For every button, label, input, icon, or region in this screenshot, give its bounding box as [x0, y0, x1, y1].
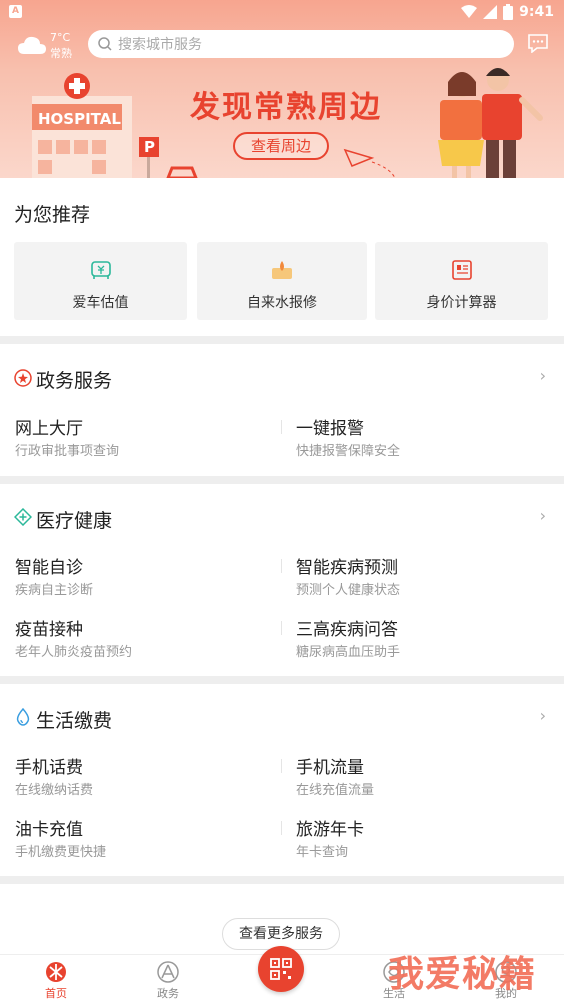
service-name: 智能自诊: [15, 558, 83, 578]
service-name: 手机流量: [296, 758, 364, 778]
recommend-item-net-worth[interactable]: 身价计算器: [375, 242, 548, 320]
net-worth-calculator-icon: [451, 260, 472, 280]
service-name: 手机话费: [15, 758, 83, 778]
service-name: 智能疾病预测: [296, 558, 398, 578]
service-name: 网上大厅: [15, 419, 83, 439]
recommend-label: 自来水报修: [247, 295, 317, 311]
parking-sign: P: [144, 138, 155, 156]
gov-star-icon: [14, 369, 32, 387]
tab-home[interactable]: 首页: [16, 955, 96, 1002]
service-name: 疫苗接种: [15, 620, 83, 640]
home-icon: [46, 962, 66, 982]
service-desc: 行政审批事项查询: [15, 444, 120, 459]
message-icon[interactable]: [527, 33, 549, 53]
divider: [281, 759, 282, 773]
gov-service-card: 政务服务 › 网上大厅 行政审批事项查询 一键报警 快捷报警保障安全: [0, 344, 564, 476]
banner-title: 发现常熟周边: [190, 90, 382, 125]
section-title-life: 生活缴费: [36, 710, 113, 732]
tab-label: 首页: [45, 987, 67, 1000]
service-name: 油卡充值: [15, 820, 83, 840]
service-desc: 年卡查询: [296, 845, 349, 860]
service-desc: 手机缴费更快捷: [15, 845, 107, 860]
chevron-right-icon[interactable]: ›: [540, 706, 546, 725]
water-repair-icon: [272, 261, 292, 279]
divider: [281, 621, 282, 635]
watermark-text: 我爱秘籍: [388, 954, 537, 995]
recommend-item-water-repair[interactable]: 自来水报修: [197, 242, 367, 320]
divider: [281, 420, 282, 434]
section-title-gov: 政务服务: [36, 370, 113, 392]
search-icon: [98, 37, 112, 51]
header-banner: A 9:41 7°C 常熟 搜索城市服务 HOSPITAL P 发现常熟周边 查…: [0, 0, 564, 178]
weather-city: 常熟: [50, 47, 72, 60]
life-payment-card: 生活缴费 › 手机话费 在线缴纳话费 手机流量 在线充值流量 油卡充值 手机缴费…: [0, 684, 564, 876]
service-name: 三高疾病问答: [296, 620, 398, 640]
recommend-label: 身价计算器: [426, 295, 497, 311]
service-desc: 糖尿病高血压助手: [296, 645, 401, 660]
section-title-medical: 医疗健康: [36, 510, 113, 532]
chevron-right-icon[interactable]: ›: [540, 506, 546, 525]
sim-indicator: A: [9, 5, 22, 18]
signal-icon: [483, 5, 498, 19]
status-bar: A 9:41: [0, 0, 564, 24]
divider: [281, 821, 282, 835]
recommend-item-car-value[interactable]: 爱车估值: [14, 242, 187, 320]
qr-scan-icon: [270, 958, 292, 980]
medical-cross-icon: [14, 508, 32, 526]
water-drop-icon: [16, 708, 30, 726]
hospital-sign: HOSPITAL: [38, 110, 121, 128]
service-desc: 在线缴纳话费: [15, 783, 94, 798]
divider: [281, 559, 282, 573]
service-desc: 预测个人健康状态: [296, 583, 401, 598]
qr-scan-button[interactable]: [258, 946, 304, 992]
service-desc: 快捷报警保障安全: [296, 444, 401, 459]
gov-icon: [157, 961, 179, 983]
recommend-title: 为您推荐: [14, 204, 91, 226]
view-nearby-button[interactable]: 查看周边: [233, 132, 329, 160]
battery-icon: [503, 4, 514, 20]
medical-card: 医疗健康 › 智能自诊 疾病自主诊断 智能疾病预测 预测个人健康状态 疫苗接种 …: [0, 484, 564, 676]
tab-gov[interactable]: 政务: [128, 955, 208, 1002]
search-input[interactable]: 搜索城市服务: [88, 30, 514, 58]
weather-widget[interactable]: 7°C 常熟: [18, 29, 78, 61]
chevron-right-icon[interactable]: ›: [540, 366, 546, 385]
service-name: 旅游年卡: [296, 820, 364, 840]
service-name: 一键报警: [296, 419, 364, 439]
search-placeholder: 搜索城市服务: [118, 37, 202, 53]
cloud-icon: [18, 36, 46, 54]
service-desc: 在线充值流量: [296, 783, 375, 798]
car-value-icon: [90, 261, 111, 279]
status-time: 9:41: [519, 4, 554, 20]
tab-label: 政务: [157, 987, 179, 1000]
weather-temp: 7°C: [50, 31, 71, 44]
wifi-icon: [461, 5, 478, 18]
service-desc: 疾病自主诊断: [15, 583, 94, 598]
service-desc: 老年人肺炎疫苗预约: [15, 645, 133, 660]
recommend-label: 爱车估值: [72, 295, 129, 311]
